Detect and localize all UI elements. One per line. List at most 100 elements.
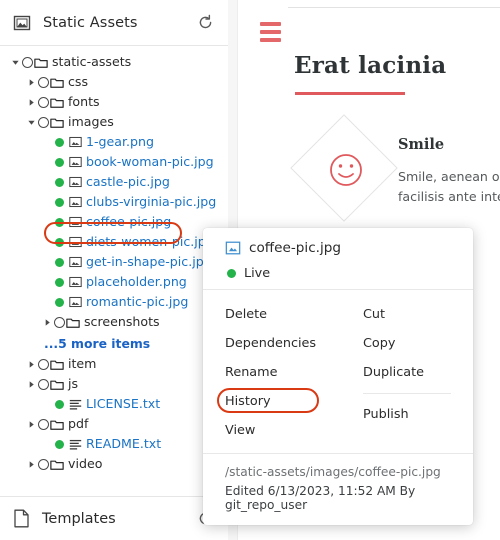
chevron-down-icon[interactable] [24, 118, 38, 127]
context-menu-item-label: Duplicate [363, 365, 424, 380]
feature-icon-frame [290, 114, 398, 222]
file-context-menu: coffee-pic.jpg Live Delete Dependencies Re… [203, 228, 473, 525]
image-file-icon [69, 216, 82, 228]
chevron-right-icon[interactable] [24, 380, 38, 389]
tree-item-1-gear-png[interactable]: 1-gear.png [0, 132, 228, 152]
chevron-right-icon[interactable] [24, 78, 38, 87]
chevron-down-icon[interactable] [8, 58, 22, 67]
context-menu-item-history[interactable]: History [203, 387, 335, 416]
checkbox-circle-icon[interactable] [54, 316, 65, 328]
image-file-icon [13, 14, 31, 32]
checkbox-circle-icon[interactable] [38, 76, 49, 88]
tree-item-label: video [68, 455, 103, 471]
checkbox-circle-icon[interactable] [38, 458, 49, 470]
file-path: /static-assets/images/coffee-pic.jpg [225, 465, 441, 479]
image-file-icon [69, 156, 82, 168]
checkbox-circle-icon[interactable] [38, 96, 49, 108]
tree-item-fonts[interactable]: fonts [0, 92, 228, 112]
tree-item-clubs-virginia-pic-jpg[interactable]: clubs-virginia-pic.jpg [0, 192, 228, 212]
folder-icon [50, 458, 64, 471]
context-menu-body: Delete Dependencies Rename History View Cut C… [203, 290, 473, 453]
chevron-right-icon[interactable] [24, 460, 38, 469]
hamburger-bar [260, 38, 281, 42]
folder-icon [50, 418, 64, 431]
tree-item-label: css [68, 73, 89, 89]
tree-item-book-woman-pic-jpg[interactable]: book-woman-pic.jpg [0, 152, 228, 172]
tree-item-label: 1-gear.png [86, 133, 155, 149]
tree-item-label: static-assets [52, 53, 132, 69]
folder-icon [66, 316, 80, 329]
tree-item-coffee-pic-jpg[interactable]: coffee-pic.jpg [0, 212, 228, 232]
top-divider [288, 7, 500, 8]
status-dot-icon [227, 269, 236, 278]
tree-item-placeholder-png[interactable]: placeholder.png [0, 272, 228, 292]
checkbox-circle-icon[interactable] [38, 418, 49, 430]
templates-label: Templates [42, 510, 116, 527]
folder-icon [34, 56, 48, 69]
tree-item-castle-pic-jpg[interactable]: castle-pic.jpg [0, 172, 228, 192]
folder-icon [50, 378, 64, 391]
chevron-right-icon[interactable] [24, 420, 38, 429]
chevron-right-icon[interactable] [24, 98, 38, 107]
tree-item-get-in-shape-pic-jpg[interactable]: get-in-shape-pic.jpg [0, 252, 228, 272]
chevron-right-icon[interactable] [40, 318, 54, 327]
tree-item-static-assets[interactable]: static-assets [0, 52, 228, 72]
page-title: Erat lacinia [294, 52, 447, 79]
context-menu-right-column: Cut Copy Duplicate Publish [335, 300, 473, 445]
status-dot-icon [55, 277, 64, 287]
tree-item-screenshots[interactable]: screenshots [0, 312, 228, 332]
context-menu-subdivider [363, 393, 451, 394]
tree-item-images[interactable]: images [0, 112, 228, 132]
tree-item-license-txt[interactable]: LICENSE.txt [0, 394, 228, 414]
app-root: Static Assets static-assets css fonts image… [0, 0, 500, 540]
tree-item-romantic-pic-jpg[interactable]: romantic-pic.jpg [0, 292, 228, 312]
tree-item-css[interactable]: css [0, 72, 228, 92]
feature-text: Smile Smile, aenean ornare facilisis ant… [398, 118, 500, 222]
checkbox-circle-icon[interactable] [38, 116, 49, 128]
context-menu-item-copy[interactable]: Copy [341, 329, 473, 358]
context-menu-item-label: Rename [225, 365, 278, 380]
context-menu-item-view[interactable]: View [203, 416, 335, 445]
chevron-right-icon[interactable] [24, 360, 38, 369]
tree-item-label: book-woman-pic.jpg [86, 153, 214, 169]
tree-item-readme-txt[interactable]: README.txt [0, 434, 228, 454]
context-menu-item-publish[interactable]: Publish [341, 400, 473, 429]
tree-item-label: romantic-pic.jpg [86, 293, 189, 309]
context-menu-item-label: Cut [363, 307, 386, 322]
refresh-icon[interactable] [197, 14, 214, 31]
text-file-icon [69, 438, 82, 450]
checkbox-circle-icon[interactable] [38, 378, 49, 390]
folder-icon [50, 116, 64, 129]
tree-item-pdf[interactable]: pdf [0, 414, 228, 434]
context-menu-item-rename[interactable]: Rename [203, 358, 335, 387]
checkbox-circle-icon[interactable] [38, 358, 49, 370]
templates-section[interactable]: Templates [0, 496, 228, 540]
checkbox-circle-icon[interactable] [22, 56, 33, 68]
context-menu-footer: /static-assets/images/coffee-pic.jpg Edi… [203, 453, 473, 525]
status-dot-icon [55, 237, 64, 247]
image-file-icon [69, 256, 82, 268]
tree-item-diets-women-pic-jpg[interactable]: diets-women-pic.jpg [0, 232, 228, 252]
tree-item-video[interactable]: video [0, 454, 228, 474]
status-dot-icon [55, 217, 64, 227]
image-file-icon [69, 196, 82, 208]
context-menu-item-dependencies[interactable]: Dependencies [203, 329, 335, 358]
image-file-icon [69, 176, 82, 188]
tree-item-label: diets-women-pic.jpg [86, 233, 214, 249]
hamburger-icon[interactable] [260, 22, 281, 46]
context-menu-item-label: Copy [363, 336, 396, 351]
context-menu-item-cut[interactable]: Cut [341, 300, 473, 329]
folder-icon [50, 358, 64, 371]
tree-item-label: images [68, 113, 114, 129]
context-menu-item-label: View [225, 423, 256, 438]
status-dot-icon [55, 177, 64, 187]
context-menu-item-duplicate[interactable]: Duplicate [341, 358, 473, 387]
tree-item-js[interactable]: js [0, 374, 228, 394]
context-menu-item-label: Publish [363, 407, 409, 422]
status-dot-icon [55, 297, 64, 307]
tree-item-label: screenshots [84, 313, 160, 329]
tree-item-label: get-in-shape-pic.jpg [86, 253, 212, 269]
context-menu-item-delete[interactable]: Delete [203, 300, 335, 329]
more-items-link[interactable]: ...5 more items [0, 332, 228, 354]
tree-item-item[interactable]: item [0, 354, 228, 374]
